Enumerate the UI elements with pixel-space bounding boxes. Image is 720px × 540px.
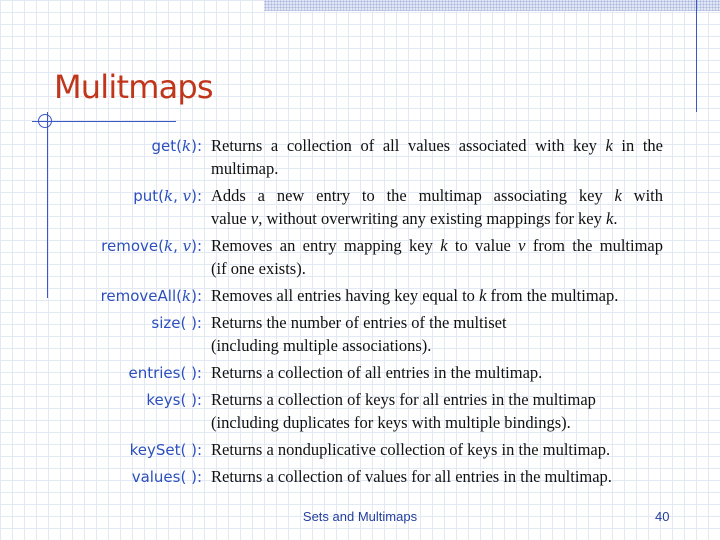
method-label-values: values( ): <box>131 468 202 486</box>
page-number: 40 <box>655 509 670 524</box>
method-label-entries: entries( ): <box>128 364 202 382</box>
method-label-size: size( ): <box>151 314 202 332</box>
method-description-get: Returns a collection of all values assoc… <box>211 136 663 178</box>
method-label-get: get(k): <box>151 137 202 155</box>
method-description-size: Returns the number of entries of the mul… <box>211 313 507 355</box>
method-label-put: put(k, v): <box>133 187 202 205</box>
method-description-values: Returns a collection of values for all e… <box>211 467 612 486</box>
method-description-put: Adds a new entry to the multimap associa… <box>211 186 663 228</box>
title-underline-rule <box>32 121 176 122</box>
decorative-vertical-rule <box>696 0 697 112</box>
footer-title: Sets and Multimaps <box>302 509 418 524</box>
slide-title: Mulitmaps <box>54 68 214 106</box>
method-label-remove: remove(k, v): <box>101 237 202 255</box>
crosshair-circle-icon <box>38 114 52 128</box>
method-label-remove-all: removeAll(k): <box>100 287 202 305</box>
header-decoration-band <box>264 0 720 11</box>
method-description-remove: Removes an entry mapping key k to value … <box>211 236 664 278</box>
method-label-key-set: keySet( ): <box>129 441 202 459</box>
method-label-keys: keys( ): <box>146 391 202 409</box>
method-description-keys: Returns a collection of keys for all ent… <box>211 390 596 432</box>
method-description-key-set: Returns a nonduplicative collection of k… <box>211 440 611 459</box>
method-description-entries: Returns a collection of all entries in t… <box>211 363 543 382</box>
method-description-remove-all: Removes all entries having key equal to … <box>211 286 619 305</box>
